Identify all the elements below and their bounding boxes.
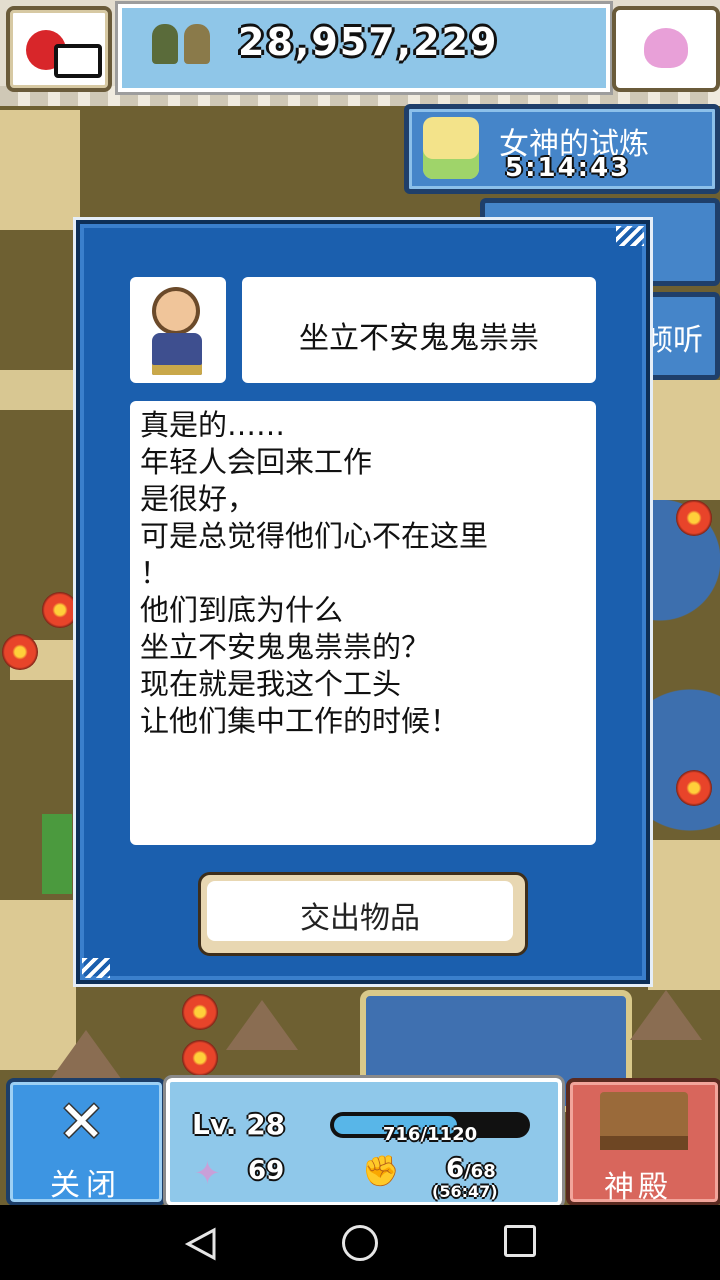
camera-button[interactable] — [6, 6, 112, 92]
speaker-name-box: 坐立不安鬼鬼祟祟 — [242, 277, 596, 383]
npc-dialog: 坐立不安鬼鬼祟祟 真是的…… 年轻人会回来工作 是很好， 可是总觉得他们心不在这… — [73, 217, 653, 987]
temple-label: 神殿 — [604, 1170, 672, 1205]
temple-icon — [600, 1092, 688, 1150]
population-count: 28,957,229 — [238, 20, 499, 64]
muscle-arm-icon: ✊ — [362, 1154, 400, 1189]
npc-portrait — [130, 277, 226, 383]
dialog-message: 真是的…… 年轻人会回来工作 是很好， 可是总觉得他们心不在这里 ！ 他们到底为… — [140, 408, 489, 738]
building-icon[interactable] — [42, 814, 72, 894]
lava-tile-icon — [182, 994, 218, 1030]
lava-tile-icon — [2, 634, 38, 670]
worker-max: /68 — [464, 1161, 496, 1182]
map-path — [648, 840, 720, 990]
listen-label: 倾听 — [643, 323, 703, 358]
temple-button[interactable]: 神殿 — [566, 1078, 720, 1206]
system-nav-bar — [0, 1205, 720, 1280]
goddess-trial-button[interactable]: 女神的试炼 5:14:43 — [404, 104, 720, 194]
message-box: 真是的…… 年轻人会回来工作 是很好， 可是总觉得他们心不在这里 ！ 他们到底为… — [130, 401, 596, 845]
close-icon: ✕ — [58, 1090, 105, 1155]
dialog-corner-decoration — [616, 226, 644, 246]
worker-current: 6 — [446, 1154, 465, 1184]
map-path — [648, 380, 720, 500]
home-icon[interactable] — [342, 1225, 378, 1261]
old-man-head-icon — [156, 291, 196, 331]
lava-tile-icon — [42, 592, 78, 628]
hand-over-item-button[interactable]: 交出物品 — [198, 872, 528, 956]
top-bar: 28,957,229 — [0, 0, 720, 106]
old-man-body-icon — [152, 333, 202, 375]
level-label: Lv. 28 — [192, 1108, 286, 1141]
goddess-trial-timer: 5:14:43 — [505, 153, 631, 183]
lava-tile-icon — [676, 770, 712, 806]
back-icon[interactable] — [184, 1227, 218, 1261]
power-value: 69 — [248, 1156, 285, 1186]
map-path — [0, 110, 80, 230]
bottom-bar: ✕ 关闭 Lv. 28 716/1120 ✦ 69 ✊ 6/68 (56:47)… — [0, 1072, 720, 1209]
worker-ratio: (56:47) — [432, 1182, 498, 1201]
exp-text: 716/1120 — [382, 1124, 478, 1145]
rabbit-button[interactable] — [612, 6, 720, 92]
goddess-avatar — [423, 117, 479, 179]
close-label: 关闭 — [50, 1168, 122, 1203]
hand-over-item-label: 交出物品 — [300, 901, 420, 936]
speaker-name: 坐立不安鬼鬼祟祟 — [299, 321, 539, 356]
mountain-icon — [630, 990, 702, 1040]
dragon-icon: ✦ — [194, 1154, 221, 1192]
villagers-icon — [148, 24, 218, 68]
camera-body-icon — [54, 44, 102, 78]
worker-count: 6/68 — [446, 1154, 496, 1184]
hand-over-item-inner: 交出物品 — [207, 881, 513, 941]
close-button[interactable]: ✕ 关闭 — [6, 1078, 166, 1206]
lava-tile-icon — [676, 500, 712, 536]
lava-tile-icon — [182, 1040, 218, 1076]
recent-apps-icon[interactable] — [504, 1225, 536, 1257]
dialog-corner-decoration — [82, 958, 110, 978]
volcano-icon — [226, 1000, 298, 1050]
rabbit-icon — [644, 28, 688, 68]
status-panel: Lv. 28 716/1120 ✦ 69 ✊ 6/68 (56:47) — [163, 1075, 565, 1209]
